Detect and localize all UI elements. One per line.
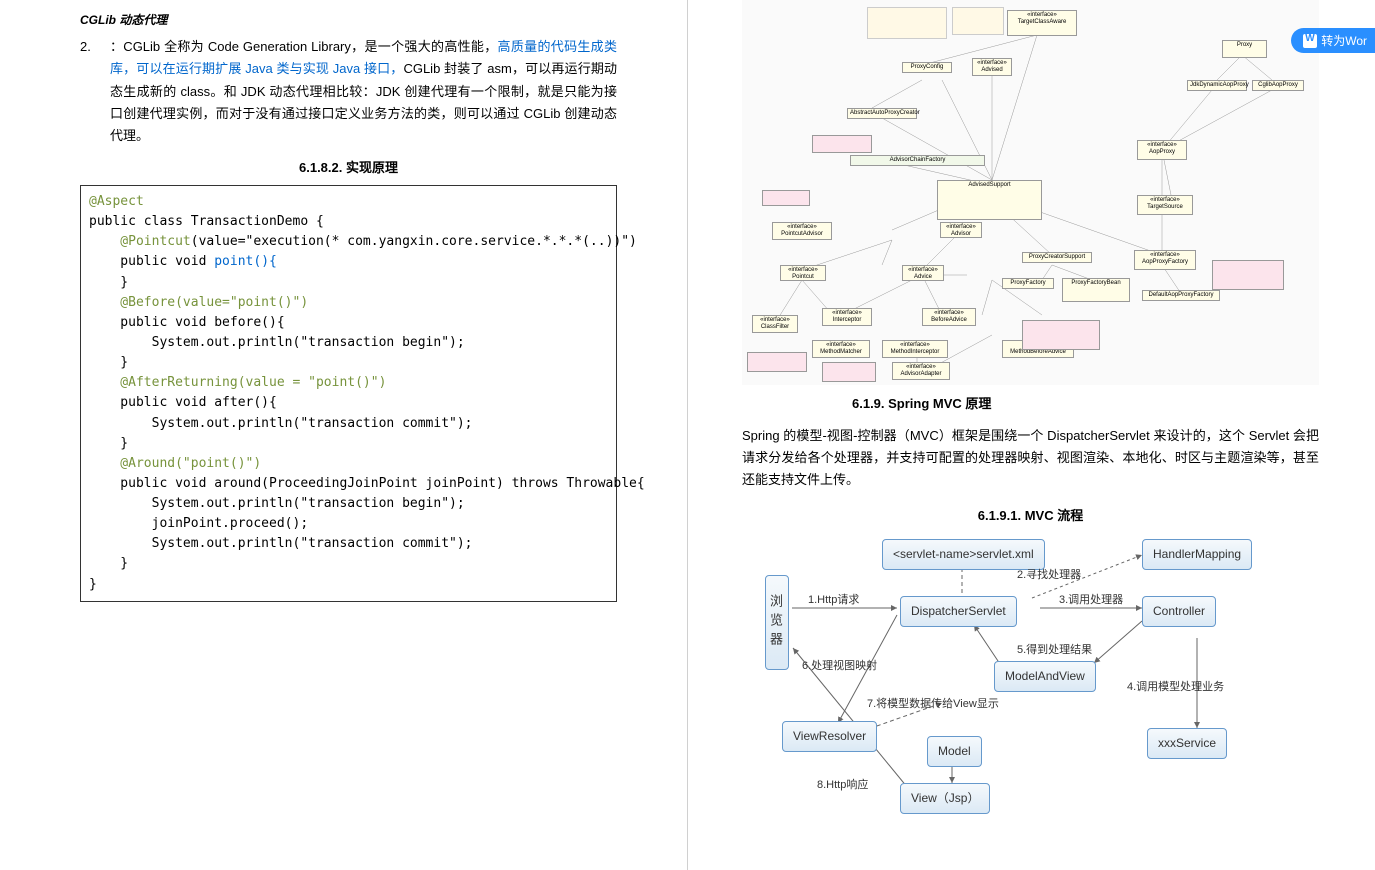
uml-proxy-creator: ProxyCreatorSupport xyxy=(1022,252,1092,263)
uml-target-class-aware: «interface» TargetClassAware xyxy=(1007,10,1077,36)
code-line: System.out.println("transaction commit")… xyxy=(89,534,608,554)
mvc-controller: Controller xyxy=(1142,596,1216,626)
word-icon xyxy=(1303,34,1317,48)
code-line: } xyxy=(89,273,608,293)
code-line: } xyxy=(89,353,608,373)
uml-note-3 xyxy=(762,190,810,206)
code-line: } xyxy=(89,554,608,574)
mvc-dispatcher: DispatcherServlet xyxy=(900,596,1017,626)
code-line: @Aspect xyxy=(89,192,608,212)
mvc-view: View（Jsp） xyxy=(900,783,990,813)
uml-note-7 xyxy=(1022,320,1100,350)
mvc-step4: 4.调用模型处理业务 xyxy=(1127,678,1224,697)
uml-cglib-proxy: CglibAopProxy xyxy=(1252,80,1304,91)
code-line: @AfterReturning(value = "point()") xyxy=(89,373,608,393)
convert-to-word-button[interactable]: 转为Wor xyxy=(1291,28,1375,53)
mvc-handler-mapping: HandlerMapping xyxy=(1142,539,1252,569)
uml-proxy-factory: ProxyFactory xyxy=(1002,278,1054,289)
code-line: System.out.println("transaction begin"); xyxy=(89,333,608,353)
code-line: } xyxy=(89,575,608,595)
uml-note-1 xyxy=(867,7,947,39)
uml-aop-proxy-factory: «interface» AopProxyFactory xyxy=(1134,250,1196,270)
code-line: public void after(){ xyxy=(89,393,608,413)
code-line: joinPoint.proceed(); xyxy=(89,514,608,534)
uml-default-factory: DefaultAopProxyFactory xyxy=(1142,290,1220,301)
list-text: ：CGLib 全称为 Code Generation Library，是一个强大… xyxy=(110,36,617,146)
uml-pointcut: «interface» Pointcut xyxy=(780,265,826,281)
code-line: @Before(value="point()") xyxy=(89,293,608,313)
mvc-step3: 3.调用处理器 xyxy=(1059,591,1123,610)
code-line: System.out.println("transaction begin"); xyxy=(89,494,608,514)
code-line: @Around("point()") xyxy=(89,454,608,474)
page-right: «interface» TargetClassAware ProxyConfig… xyxy=(687,0,1374,870)
uml-aop-proxy: «interface» AopProxy xyxy=(1137,140,1187,160)
page-left: CGLib 动态代理 2. ：CGLib 全称为 Code Generation… xyxy=(0,0,687,870)
code-line: System.out.println("transaction commit")… xyxy=(89,414,608,434)
convert-label: 转为Wor xyxy=(1321,32,1367,49)
mvc-step8: 8.Http响应 xyxy=(817,776,868,795)
code-line: @Pointcut(value="execution(* com.yangxin… xyxy=(89,232,608,252)
uml-advice: «interface» Advice xyxy=(902,265,944,281)
mvc-step7: 7.将模型数据传给View显示 xyxy=(867,695,999,714)
code-line: public void point(){ xyxy=(89,252,608,272)
uml-advisor: «interface» Advisor xyxy=(940,222,982,238)
list-item-2: 2. ：CGLib 全称为 Code Generation Library，是一… xyxy=(80,36,617,146)
uml-proxy-factory-bean: ProxyFactoryBean xyxy=(1062,278,1130,302)
mvc-step2: 2.寻找处理器 xyxy=(1017,566,1081,585)
mvc-body: Spring 的模型-视图-控制器（MVC）框架是围绕一个 Dispatcher… xyxy=(742,425,1319,491)
list-number: 2. xyxy=(80,36,110,146)
code-line: public void before(){ xyxy=(89,313,608,333)
mvc-view-resolver: ViewResolver xyxy=(782,721,877,751)
uml-target-source: «interface» TargetSource xyxy=(1137,195,1193,215)
uml-note-6 xyxy=(822,362,876,382)
page-divider xyxy=(687,0,688,870)
code-block: @Aspect public class TransactionDemo { @… xyxy=(80,185,617,602)
mvc-model: Model xyxy=(927,736,982,766)
mvc-model-view: ModelAndView xyxy=(994,661,1096,691)
uml-proxy-config: ProxyConfig xyxy=(902,62,952,73)
uml-advisor-adapter: «interface» AdvisorAdapter xyxy=(892,362,950,380)
cglib-subtitle: CGLib 动态代理 xyxy=(80,10,617,30)
uml-before-advice: «interface» BeforeAdvice xyxy=(922,308,976,326)
uml-method-interceptor: «interface» MethodInterceptor xyxy=(882,340,948,358)
uml-note-5 xyxy=(747,352,807,372)
code-line: public class TransactionDemo { xyxy=(89,212,608,232)
mvc-step6: 6.处理视图映射 xyxy=(802,657,877,676)
uml-class-filter: «interface» ClassFilter xyxy=(752,315,798,333)
mvc-step1: 1.Http请求 xyxy=(808,591,859,610)
code-line: } xyxy=(89,434,608,454)
code-line: public void around(ProceedingJoinPoint j… xyxy=(89,474,608,494)
text-pre: ：CGLib 全称为 Code Generation Library，是一个强大… xyxy=(110,39,498,54)
uml-note-4 xyxy=(812,135,872,153)
uml-proxy: Proxy xyxy=(1222,40,1267,58)
mvc-service: xxxService xyxy=(1147,728,1227,758)
uml-diagram: «interface» TargetClassAware ProxyConfig… xyxy=(742,0,1319,385)
uml-advised: «interface» Advised xyxy=(972,58,1012,76)
uml-advised-support: AdvisedSupport xyxy=(937,180,1042,220)
uml-jdk-proxy: JdkDynamicAopProxy xyxy=(1187,80,1247,91)
mvc-step5: 5.得到处理结果 xyxy=(1017,641,1092,660)
heading-6191: 6.1.9.1. MVC 流程 xyxy=(742,505,1319,527)
mvc-diagram: 浏览器 <servlet-name>servlet.xml Dispatcher… xyxy=(742,533,1319,813)
heading-619: 6.1.9. Spring MVC 原理 xyxy=(852,393,1319,415)
uml-note-2 xyxy=(952,7,1004,35)
uml-interceptor: «interface» Interceptor xyxy=(822,308,872,326)
mvc-config: <servlet-name>servlet.xml xyxy=(882,539,1045,569)
uml-abstract-auto: AbstractAutoProxyCreator xyxy=(847,108,917,119)
heading-6182: 6.1.8.2. 实现原理 xyxy=(80,157,617,179)
uml-pointcut-advisor: «interface» PointcutAdvisor xyxy=(772,222,832,240)
mvc-browser: 浏览器 xyxy=(765,575,789,670)
uml-note-8 xyxy=(1212,260,1284,290)
uml-advisor-chain: AdvisorChainFactory xyxy=(850,155,985,166)
uml-method-matcher: «interface» MethodMatcher xyxy=(812,340,870,358)
